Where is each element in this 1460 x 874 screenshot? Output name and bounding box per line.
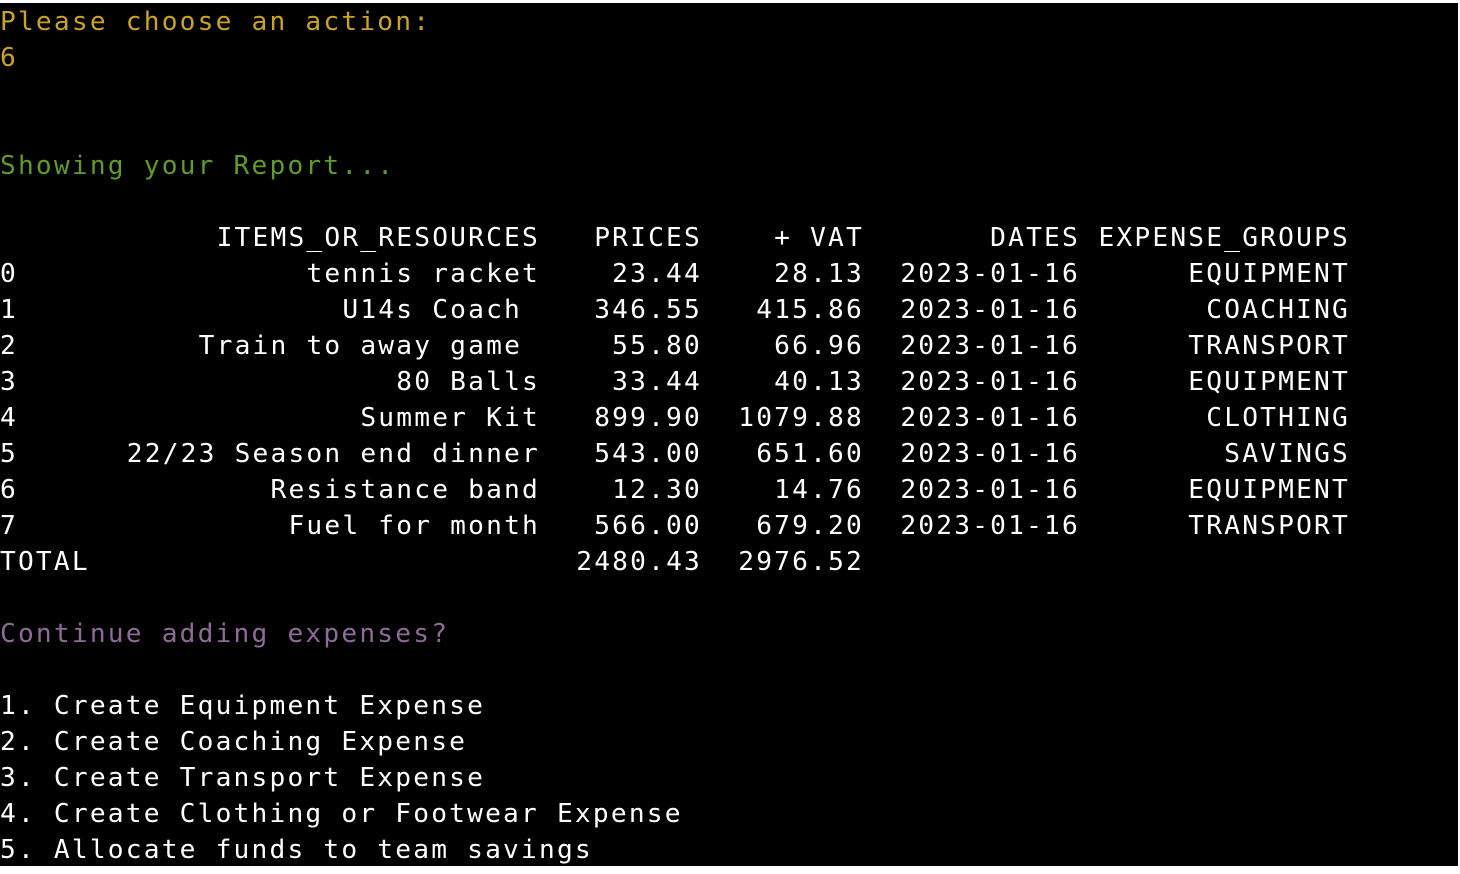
row-date: 2023-01-16 bbox=[900, 403, 1080, 433]
row-date: 2023-01-16 bbox=[900, 259, 1080, 289]
row-price: 346.55 bbox=[594, 295, 702, 325]
row-index: 4 bbox=[0, 403, 18, 433]
total-vat: 2976.52 bbox=[738, 547, 864, 577]
menu-item-clothing[interactable]: 4. Create Clothing or Footwear Expense bbox=[0, 796, 683, 832]
header-dates: DATES bbox=[990, 223, 1080, 253]
row-vat: 40.13 bbox=[774, 367, 864, 397]
row-item: 80 Balls bbox=[396, 367, 540, 397]
row-vat: 679.20 bbox=[756, 511, 864, 541]
continue-question: Continue adding expenses? bbox=[0, 619, 450, 649]
header-vat: + VAT bbox=[774, 223, 864, 253]
row-group: COACHING bbox=[1206, 295, 1350, 325]
total-price: 2480.43 bbox=[576, 547, 702, 577]
row-group: TRANSPORT bbox=[1188, 331, 1350, 361]
action-input-value: 6 bbox=[0, 43, 18, 73]
row-index: 7 bbox=[0, 511, 18, 541]
row-date: 2023-01-16 bbox=[900, 475, 1080, 505]
row-date: 2023-01-16 bbox=[900, 295, 1080, 325]
row-vat: 14.76 bbox=[774, 475, 864, 505]
row-index: 6 bbox=[0, 475, 18, 505]
row-price: 543.00 bbox=[594, 439, 702, 469]
row-price: 55.80 bbox=[612, 331, 702, 361]
row-item: 22/23 Season end dinner bbox=[126, 439, 540, 469]
report-status-message: Showing your Report... bbox=[0, 151, 396, 181]
row-item: Summer Kit bbox=[360, 403, 540, 433]
row-index: 2 bbox=[0, 331, 18, 361]
row-group: SAVINGS bbox=[1224, 439, 1350, 469]
row-item: tennis racket bbox=[306, 259, 540, 289]
menu-item-equipment[interactable]: 1. Create Equipment Expense bbox=[0, 688, 485, 724]
row-item: Train to away game bbox=[198, 331, 540, 361]
row-vat: 1079.88 bbox=[738, 403, 864, 433]
row-index: 1 bbox=[0, 295, 18, 325]
row-price: 12.30 bbox=[612, 475, 702, 505]
header-groups: EXPENSE_GROUPS bbox=[1098, 223, 1350, 253]
row-group: EQUIPMENT bbox=[1188, 367, 1350, 397]
row-vat: 651.60 bbox=[756, 439, 864, 469]
header-prices: PRICES bbox=[594, 223, 702, 253]
row-index: 0 bbox=[0, 259, 18, 289]
row-group: CLOTHING bbox=[1206, 403, 1350, 433]
row-group: EQUIPMENT bbox=[1188, 259, 1350, 289]
row-group: EQUIPMENT bbox=[1188, 475, 1350, 505]
row-vat: 66.96 bbox=[774, 331, 864, 361]
menu-item-savings[interactable]: 5. Allocate funds to team savings bbox=[0, 832, 593, 866]
row-price: 33.44 bbox=[612, 367, 702, 397]
row-date: 2023-01-16 bbox=[900, 511, 1080, 541]
menu-item-coaching[interactable]: 2. Create Coaching Expense bbox=[0, 724, 467, 760]
row-item: Resistance band bbox=[270, 475, 540, 505]
row-price: 566.00 bbox=[594, 511, 702, 541]
row-date: 2023-01-16 bbox=[900, 331, 1080, 361]
terminal-window[interactable]: Please choose an action: 6 Showing your … bbox=[0, 3, 1458, 866]
row-vat: 415.86 bbox=[756, 295, 864, 325]
row-index: 5 bbox=[0, 439, 18, 469]
menu-item-transport[interactable]: 3. Create Transport Expense bbox=[0, 760, 485, 796]
row-date: 2023-01-16 bbox=[900, 367, 1080, 397]
row-vat: 28.13 bbox=[774, 259, 864, 289]
row-item: Fuel for month bbox=[288, 511, 540, 541]
row-item: U14s Coach bbox=[342, 295, 540, 325]
row-date: 2023-01-16 bbox=[900, 439, 1080, 469]
header-items: ITEMS_OR_RESOURCES bbox=[216, 223, 540, 253]
row-index: 3 bbox=[0, 367, 18, 397]
action-prompt: Please choose an action: bbox=[0, 7, 432, 37]
row-group: TRANSPORT bbox=[1188, 511, 1350, 541]
row-price: 899.90 bbox=[594, 403, 702, 433]
total-label: TOTAL bbox=[0, 547, 90, 577]
row-price: 23.44 bbox=[612, 259, 702, 289]
